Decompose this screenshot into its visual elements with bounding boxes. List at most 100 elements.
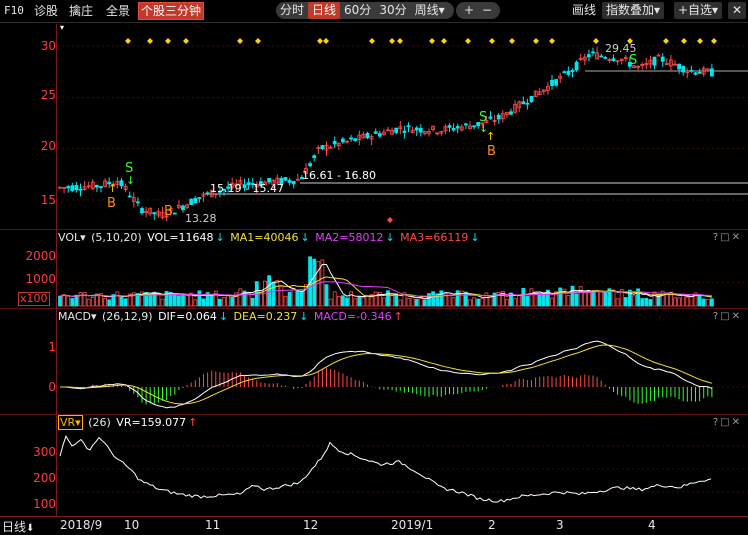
volume-bar	[455, 290, 460, 307]
vol-panel[interactable]: 2000 1000 x100	[0, 246, 748, 308]
vol-indicator-menu[interactable]: VOL▾	[58, 231, 86, 244]
volume-bar	[640, 298, 645, 307]
volume-bar	[295, 290, 300, 307]
vol-tick: 2000	[25, 249, 56, 263]
candle-body	[135, 201, 140, 204]
panorama-button[interactable]: 全景	[106, 3, 130, 19]
vr-indicator-menu[interactable]: VR▾	[58, 415, 83, 430]
signal-diamond-icon	[489, 38, 495, 44]
volume-bar	[279, 285, 284, 307]
volume-bar	[537, 293, 542, 307]
period-intraday[interactable]: 分时	[276, 2, 308, 19]
x-tick: 3	[556, 518, 564, 532]
volume-bar	[148, 294, 153, 307]
volume-bar	[74, 294, 79, 307]
volume-bar	[62, 294, 66, 307]
candle-body	[447, 125, 452, 128]
x-tick: 11	[205, 518, 221, 532]
volume-bar	[66, 295, 71, 307]
candle-body	[529, 95, 534, 103]
volume-bar	[226, 294, 231, 307]
signal-diamond-icon	[697, 38, 703, 44]
volume-bar	[58, 295, 62, 307]
candle-body	[488, 116, 493, 119]
candle-body	[127, 195, 132, 198]
vr-chart[interactable]	[0, 431, 748, 516]
x-tick: 4	[648, 518, 656, 532]
axis-period-menu[interactable]: 日线⬇	[2, 518, 34, 535]
candle-body	[172, 212, 177, 215]
down-arrow-icon: ↓	[479, 122, 488, 135]
draw-line-button[interactable]: 画线	[568, 2, 600, 19]
candle-body	[291, 180, 296, 185]
volume-bar	[90, 297, 95, 307]
tab-stock-three-minutes[interactable]: 个股三分钟	[138, 2, 205, 20]
pick-button[interactable]: 擒庄	[69, 3, 93, 19]
signal-diamond-icon	[509, 38, 515, 44]
candle-body	[689, 69, 694, 72]
volume-bar	[427, 293, 431, 307]
close-icon[interactable]: ✕	[728, 2, 747, 19]
volume-bar	[217, 298, 222, 307]
volume-bar	[414, 299, 419, 307]
volume-bar	[463, 291, 468, 307]
volume-bar	[222, 296, 226, 307]
candle-body	[603, 57, 608, 59]
macd-indicator-menu[interactable]: MACD▾	[58, 310, 97, 323]
volume-bar	[447, 294, 452, 307]
volume-bar	[324, 284, 329, 307]
volume-bar	[705, 299, 710, 307]
vr-panel-controls[interactable]: ?□✕	[713, 415, 742, 431]
macd-panel-controls[interactable]: ?□✕	[713, 309, 742, 325]
candle-body	[349, 137, 354, 140]
f10-button[interactable]: F10	[4, 3, 24, 19]
down-arrow-icon: ↓	[126, 174, 135, 187]
volume-bar	[587, 292, 591, 307]
period-weekly[interactable]: 周线▾	[411, 2, 449, 19]
vol-header: VOL▾ (5,10,20) VOL=11648 ↓ MA1=40046 ↓ MA2…	[0, 230, 748, 246]
signal-diamond-icon	[165, 38, 171, 44]
period-daily[interactable]: 日线	[308, 2, 341, 19]
volume-bar	[230, 297, 235, 307]
vr-panel[interactable]: 300 200 100	[0, 431, 748, 516]
volume-bar	[283, 295, 288, 307]
volume-bar	[172, 293, 177, 307]
macd-panel[interactable]: 1 0	[0, 325, 748, 414]
candle-body	[660, 56, 665, 62]
volume-bar	[357, 296, 362, 307]
zoom-in-button[interactable]: +	[460, 2, 478, 19]
macd-chart[interactable]	[0, 325, 748, 414]
volume-bar	[78, 292, 83, 307]
volume-bar	[176, 295, 181, 307]
volume-chart[interactable]	[0, 246, 748, 308]
zoom-controls: + −	[456, 2, 500, 19]
volume-bar	[611, 289, 616, 307]
zoom-out-button[interactable]: −	[478, 2, 496, 19]
volume-bar	[119, 296, 124, 307]
signal-diamond-icon	[681, 38, 687, 44]
candle-body	[205, 192, 210, 195]
volume-bar	[250, 297, 255, 307]
vol-panel-controls[interactable]: ?□✕	[713, 230, 742, 246]
candle-body	[570, 70, 575, 72]
candle-body	[566, 70, 571, 75]
signal-diamond-icon	[593, 38, 599, 44]
add-watchlist-button[interactable]: +自选▾	[674, 2, 723, 19]
signal-diamond-icon	[549, 38, 555, 44]
price-chart[interactable]: 29.4513.2815.19 - 15.4716.61 - 16.80SBBS…	[0, 24, 748, 229]
period-30min[interactable]: 30分	[375, 2, 410, 19]
volume-bar	[603, 292, 608, 307]
period-60min[interactable]: 60分	[340, 2, 375, 19]
price-panel[interactable]: 29.45 13.28 15.19 - 15.47 16.61 - 16.80 S B B S…	[0, 24, 748, 229]
vr-tick: 100	[33, 497, 56, 511]
index-overlay-button[interactable]: 指数叠加▾	[602, 2, 665, 19]
candle-body	[193, 198, 198, 204]
volume-bar	[468, 299, 472, 307]
range-label: 15.19 - 15.47	[210, 182, 284, 195]
price-tick: 25	[40, 88, 56, 102]
volume-bar	[267, 275, 272, 307]
candle-body	[95, 184, 99, 188]
volume-bar	[710, 298, 714, 307]
volume-bar	[558, 287, 563, 307]
diagnose-button[interactable]: 诊股	[34, 3, 58, 19]
